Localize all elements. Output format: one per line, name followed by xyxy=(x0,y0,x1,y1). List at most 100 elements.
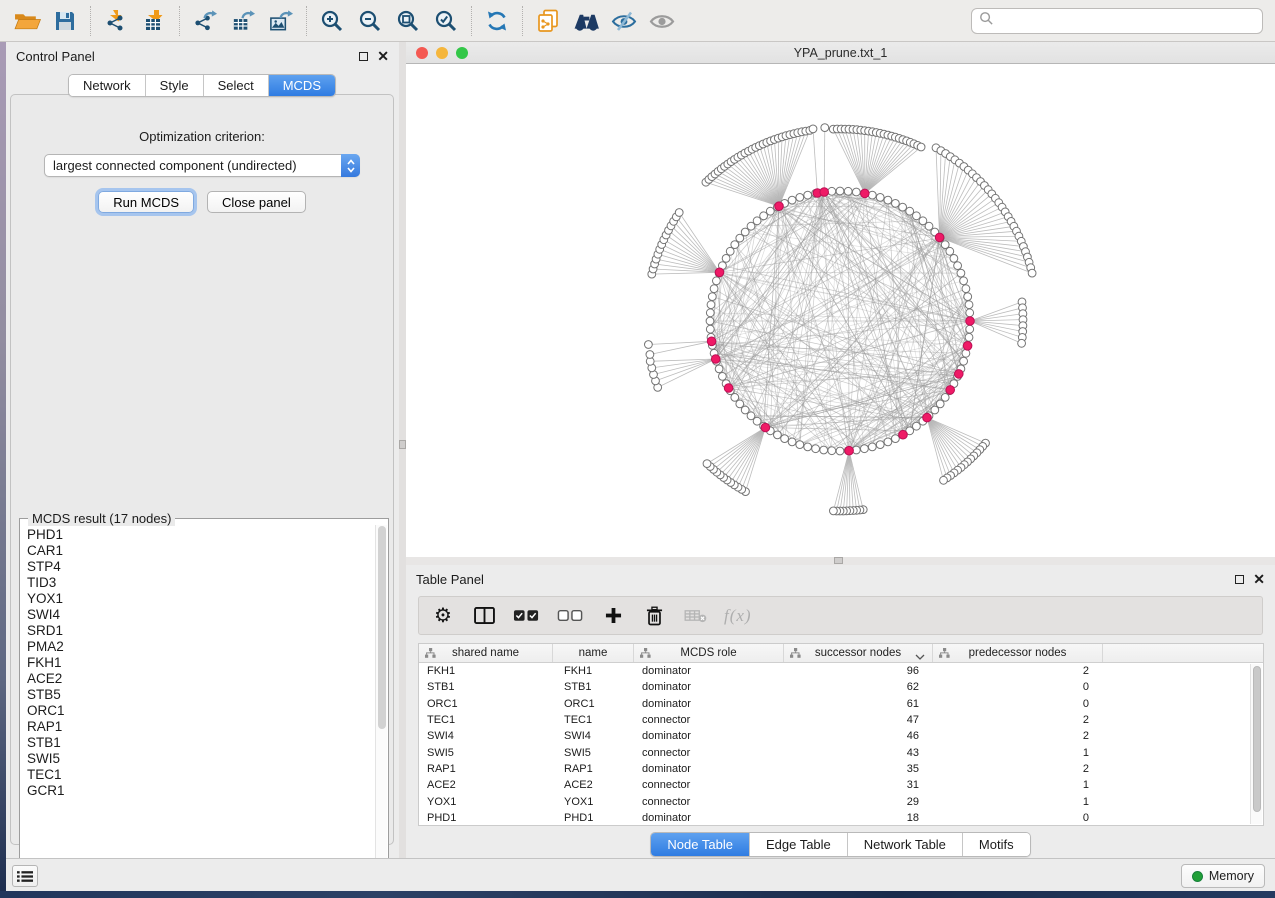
criterion-dropdown[interactable]: largest connected component (undirected) xyxy=(44,154,360,177)
mcds-list-scrollbar[interactable] xyxy=(375,525,387,888)
export-table-icon[interactable] xyxy=(224,4,262,38)
table-row[interactable]: ACE2ACE2connector311 xyxy=(419,777,1263,793)
cell-shared-name[interactable]: TEC1 xyxy=(419,714,553,726)
cell-successor-nodes[interactable]: 29 xyxy=(784,796,933,808)
vertical-divider[interactable] xyxy=(399,42,406,858)
mcds-result-item[interactable]: RAP1 xyxy=(24,719,374,735)
cell-name[interactable]: TEC1 xyxy=(553,714,634,726)
table-row[interactable]: SWI4SWI4dominator462 xyxy=(419,728,1263,744)
cell-shared-name[interactable]: ACE2 xyxy=(419,779,553,791)
column-header-name[interactable]: name xyxy=(553,644,634,662)
cell-predecessor-nodes[interactable]: 0 xyxy=(933,698,1103,710)
cell-successor-nodes[interactable]: 62 xyxy=(784,681,933,693)
zoom-fit-icon[interactable] xyxy=(389,4,427,38)
zoom-out-icon[interactable] xyxy=(351,4,389,38)
mcds-result-item[interactable]: CAR1 xyxy=(24,543,374,559)
task-history-button[interactable] xyxy=(12,865,38,887)
zoom-in-icon[interactable] xyxy=(313,4,351,38)
cell-MCDS-role[interactable]: dominator xyxy=(634,681,784,693)
cell-MCDS-role[interactable]: connector xyxy=(634,714,784,726)
memory-button[interactable]: Memory xyxy=(1181,864,1265,888)
cell-successor-nodes[interactable]: 61 xyxy=(784,698,933,710)
cell-name[interactable]: YOX1 xyxy=(553,796,634,808)
cell-name[interactable]: RAP1 xyxy=(553,763,634,775)
deselect-all-icon[interactable] xyxy=(557,603,584,629)
open-folder-icon[interactable] xyxy=(8,4,46,38)
cell-MCDS-role[interactable]: dominator xyxy=(634,730,784,742)
add-icon[interactable] xyxy=(601,603,625,629)
import-network-icon[interactable] xyxy=(97,4,135,38)
cell-successor-nodes[interactable]: 31 xyxy=(784,779,933,791)
close-panel-icon[interactable]: ✕ xyxy=(377,51,389,61)
cell-shared-name[interactable]: SWI4 xyxy=(419,730,553,742)
cell-shared-name[interactable]: FKH1 xyxy=(419,665,553,677)
table-scrollbar[interactable] xyxy=(1250,664,1262,824)
mcds-result-item[interactable]: STP4 xyxy=(24,559,374,575)
cell-name[interactable]: PHD1 xyxy=(553,812,634,824)
mcds-result-item[interactable]: TID3 xyxy=(24,575,374,591)
table-row[interactable]: FKH1FKH1dominator962 xyxy=(419,663,1263,679)
cell-shared-name[interactable]: PHD1 xyxy=(419,812,553,824)
import-table-icon[interactable] xyxy=(135,4,173,38)
zoom-selected-icon[interactable] xyxy=(427,4,465,38)
cell-MCDS-role[interactable]: dominator xyxy=(634,698,784,710)
mcds-result-item[interactable]: SRD1 xyxy=(24,623,374,639)
table-tab-edge-table[interactable]: Edge Table xyxy=(750,833,848,856)
horizontal-divider[interactable] xyxy=(406,557,1275,565)
cell-successor-nodes[interactable]: 46 xyxy=(784,730,933,742)
mcds-result-item[interactable]: STB5 xyxy=(24,687,374,703)
mcds-result-list[interactable]: PHD1CAR1STP4TID3YOX1SWI4SRD1PMA2FKH1ACE2… xyxy=(24,527,374,887)
control-tab-style[interactable]: Style xyxy=(146,75,204,96)
column-header-shared-name[interactable]: shared name xyxy=(419,644,553,662)
cell-MCDS-role[interactable]: connector xyxy=(634,779,784,791)
control-tab-network[interactable]: Network xyxy=(69,75,146,96)
mcds-result-item[interactable]: ACE2 xyxy=(24,671,374,687)
table-row[interactable]: YOX1YOX1connector291 xyxy=(419,793,1263,809)
float-panel-icon[interactable] xyxy=(1235,575,1244,584)
cell-MCDS-role[interactable]: connector xyxy=(634,747,784,759)
cell-MCDS-role[interactable]: connector xyxy=(634,796,784,808)
cell-name[interactable]: SWI4 xyxy=(553,730,634,742)
cell-MCDS-role[interactable]: dominator xyxy=(634,812,784,824)
cell-successor-nodes[interactable]: 43 xyxy=(784,747,933,759)
columns-icon[interactable] xyxy=(472,603,496,629)
table-tab-motifs[interactable]: Motifs xyxy=(963,833,1030,856)
table-row[interactable]: PHD1PHD1dominator180 xyxy=(419,810,1263,826)
column-header-predecessor-nodes[interactable]: predecessor nodes xyxy=(933,644,1103,662)
run-mcds-button[interactable]: Run MCDS xyxy=(98,191,194,213)
cell-name[interactable]: ORC1 xyxy=(553,698,634,710)
delete-icon[interactable] xyxy=(642,603,666,629)
cell-predecessor-nodes[interactable]: 0 xyxy=(933,681,1103,693)
float-panel-icon[interactable] xyxy=(359,52,368,61)
cell-predecessor-nodes[interactable]: 1 xyxy=(933,747,1103,759)
table-row[interactable]: TEC1TEC1connector472 xyxy=(419,712,1263,728)
eye-show-icon[interactable] xyxy=(643,4,681,38)
cell-predecessor-nodes[interactable]: 0 xyxy=(933,812,1103,824)
cell-shared-name[interactable]: ORC1 xyxy=(419,698,553,710)
eye-hide-icon[interactable] xyxy=(605,4,643,38)
mcds-result-item[interactable]: PHD1 xyxy=(24,527,374,543)
cell-shared-name[interactable]: SWI5 xyxy=(419,747,553,759)
cell-successor-nodes[interactable]: 47 xyxy=(784,714,933,726)
table-row[interactable]: ORC1ORC1dominator610 xyxy=(419,696,1263,712)
cell-MCDS-role[interactable]: dominator xyxy=(634,665,784,677)
cell-predecessor-nodes[interactable]: 2 xyxy=(933,714,1103,726)
export-image-icon[interactable] xyxy=(262,4,300,38)
cell-successor-nodes[interactable]: 96 xyxy=(784,665,933,677)
network-window-titlebar[interactable]: YPA_prune.txt_1 xyxy=(406,42,1275,64)
search-box[interactable] xyxy=(971,8,1263,34)
save-icon[interactable] xyxy=(46,4,84,38)
mcds-result-item[interactable]: TEC1 xyxy=(24,767,374,783)
mcds-result-item[interactable]: SWI4 xyxy=(24,607,374,623)
control-tab-mcds[interactable]: MCDS xyxy=(269,75,335,96)
cell-name[interactable]: ACE2 xyxy=(553,779,634,791)
mcds-result-item[interactable]: GCR1 xyxy=(24,783,374,799)
search-input[interactable] xyxy=(994,13,1255,28)
mcds-result-item[interactable]: PMA2 xyxy=(24,639,374,655)
close-panel-icon[interactable]: ✕ xyxy=(1253,574,1265,584)
gear-icon[interactable]: ⚙ xyxy=(431,603,455,629)
cell-successor-nodes[interactable]: 18 xyxy=(784,812,933,824)
table-row[interactable]: STB1STB1dominator620 xyxy=(419,679,1263,695)
mcds-result-item[interactable]: FKH1 xyxy=(24,655,374,671)
cell-name[interactable]: STB1 xyxy=(553,681,634,693)
